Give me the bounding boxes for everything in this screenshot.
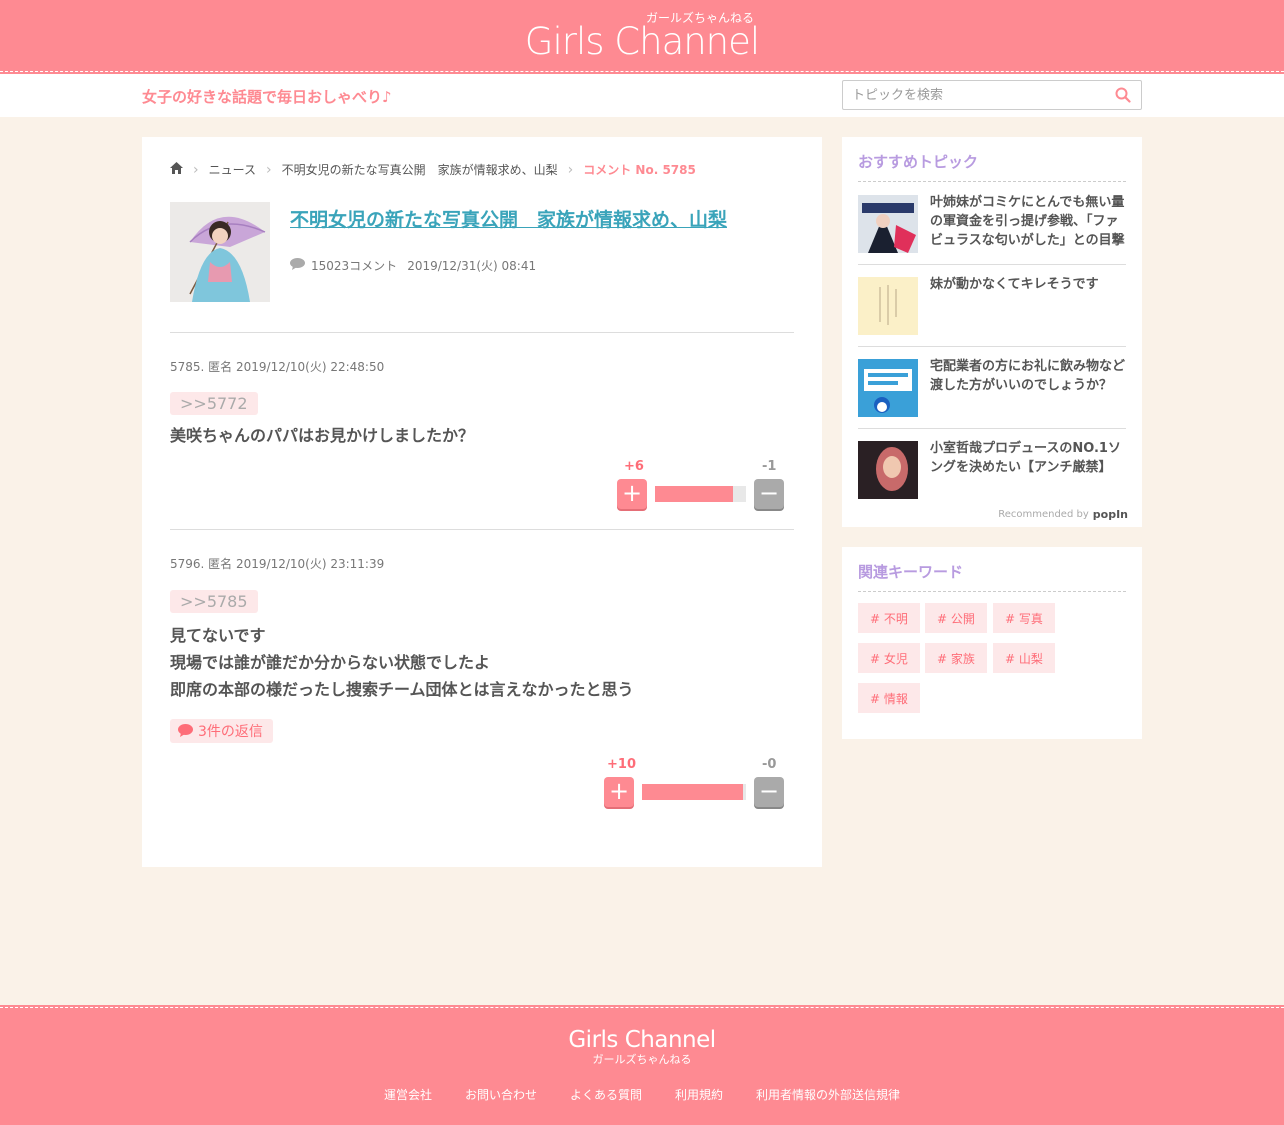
topic-thumbnail[interactable] [170,202,270,302]
comment-line: 見てないです [170,626,266,645]
recommended-topics-panel: おすすめトピック 叶姉妹がコミケにとんでも無い量の軍資金を引っ提げ参戦、「ファビ… [842,137,1142,527]
popin-logo: popIn [1092,508,1128,521]
vote-ratio-fill [655,486,734,502]
keyword-tag[interactable]: # 女児 [858,643,920,673]
search-icon[interactable] [1115,87,1133,105]
recommended-by-label: Recommended by [998,509,1089,520]
keyword-tag[interactable]: # 不明 [858,603,920,633]
site-header: Girls Channel ガールズちゃんねる [0,0,1284,72]
site-logo[interactable]: Girls Channel [0,20,1284,63]
recommended-thumbnail [858,441,918,499]
comment-body: 美咲ちゃんのパパはお見かけしましたか？ [170,422,474,449]
recommended-title: 妹が動かなくてキレそうです [930,277,1099,292]
plus-vote-button[interactable]: + [604,777,634,807]
comment-anchor-link[interactable]: >>5785 [170,590,258,613]
footer-links: 運営会社 お問い合わせ よくある質問 利用規約 利用者情報の外部送信規律 [0,1086,1284,1103]
comment-line: 即席の本部の様だったし捜索チーム団体とは言えなかったと思う [170,680,634,699]
topic-meta: 15023コメント 2019/12/31(火) 08:41 [290,257,536,274]
comment-header: 5785. 匿名 2019/12/10(火) 22:48:50 [170,360,385,374]
vote-ratio-bar [655,486,746,502]
keyword-tag[interactable]: # 公開 [925,603,987,633]
recommended-title: 叶姉妹がコミケにとんでも無い量の軍資金を引っ提げ参戦、「ファビュラスな匂いがした… [930,195,1125,248]
plus-count: +6 [624,459,644,474]
recommended-item[interactable]: 妹が動かなくてキレそうです [858,265,1126,347]
tagline: 女子の好きな話題で毎日おしゃべり♪ [142,88,392,106]
home-icon[interactable] [170,162,183,177]
recommended-item[interactable]: 叶姉妹がコミケにとんでも無い量の軍資金を引っ提げ参戦、「ファビュラスな匂いがした… [858,183,1126,265]
plus-count: +10 [607,757,636,772]
footer-logo-kana: ガールズちゃんねる [592,1053,692,1066]
chevron-right-icon: › [567,161,574,178]
keyword-tag[interactable]: # 写真 [993,603,1055,633]
recommended-item[interactable]: 宅配業者の方にお礼に飲み物など渡した方がいいのでしょうか？ [858,347,1126,429]
vote-ratio-fill [642,784,743,800]
minus-count: -1 [762,459,777,474]
keyword-tag[interactable]: # 山梨 [993,643,1055,673]
recommended-title: 小室哲哉プロデュースのNO.1ソングを決めたい【アンチ厳禁】 [930,441,1121,475]
topic-title[interactable]: 不明女児の新たな写真公開 家族が情報求め、山梨 [290,205,790,232]
recommended-item[interactable]: 小室哲哉プロデュースのNO.1ソングを決めたい【アンチ厳禁】 [858,429,1126,511]
footer-logo[interactable]: Girls Channel [0,1027,1284,1053]
footer-link-faq[interactable]: よくある質問 [570,1086,642,1103]
chevron-right-icon: › [193,161,199,178]
divider [170,332,794,333]
breadcrumb: › ニュース › 不明女児の新たな写真公開 家族が情報求め、山梨 › コメント … [170,161,696,178]
replies-label: 3件の返信 [198,724,263,740]
related-keywords-panel: 関連キーワード # 不明 # 公開 # 写真 # 女児 # 家族 # 山梨 # … [842,547,1142,739]
footer-link-terms[interactable]: 利用規約 [675,1086,723,1103]
search-box [842,80,1142,110]
footer-link-contact[interactable]: お問い合わせ [465,1086,537,1103]
vote-ratio-bar [642,784,746,800]
recommended-heading: おすすめトピック [858,151,1126,182]
minus-count: -0 [762,757,777,772]
footer-link-external-transmission[interactable]: 利用者情報の外部送信規律 [756,1086,900,1103]
recommended-thumbnail [858,359,918,417]
powered-by[interactable]: Recommended by popIn [998,508,1128,521]
comment-body: 見てないです 現場では誰が誰だか分からない状態でしたよ 即席の本部の様だったし捜… [170,622,634,703]
plus-vote-button[interactable]: + [617,479,647,509]
footer-link-company[interactable]: 運営会社 [384,1086,432,1103]
keywords-heading: 関連キーワード [858,561,1126,592]
breadcrumb-topic[interactable]: 不明女児の新たな写真公開 家族が情報求め、山梨 [282,161,558,178]
replies-button[interactable]: 3件の返信 [170,719,273,743]
comment-header: 5796. 匿名 2019/12/10(火) 23:11:39 [170,557,385,571]
recommended-title: 宅配業者の方にお礼に飲み物など渡した方がいいのでしょうか？ [930,359,1126,393]
recommended-thumbnail [858,195,918,253]
divider [170,529,794,530]
comment-line: 美咲ちゃんのパパはお見かけしましたか？ [170,426,475,445]
site-footer: Girls Channel ガールズちゃんねる 運営会社 お問い合わせ よくある… [0,1007,1284,1125]
site-logo-kana: ガールズちゃんねる [646,11,755,25]
minus-vote-button[interactable]: − [754,777,784,807]
speech-bubble-icon [178,724,193,737]
minus-vote-button[interactable]: − [754,479,784,509]
breadcrumb-current: コメント No. 5785 [583,163,696,177]
topic-date: 2019/12/31(火) 08:41 [407,259,537,273]
comment-anchor-link[interactable]: >>5772 [170,392,258,415]
search-input[interactable] [843,81,1103,109]
recommended-thumbnail [858,277,918,335]
comment-bubble-icon [290,258,305,273]
topic-comment-count: 15023コメント [311,259,398,273]
keyword-tag[interactable]: # 情報 [858,683,920,713]
chevron-right-icon: › [266,161,272,178]
keyword-tag[interactable]: # 家族 [925,643,987,673]
comment-line: 現場では誰が誰だか分からない状態でしたよ [170,653,491,672]
main-content: › ニュース › 不明女児の新たな写真公開 家族が情報求め、山梨 › コメント … [142,137,822,867]
breadcrumb-news[interactable]: ニュース [209,161,256,178]
